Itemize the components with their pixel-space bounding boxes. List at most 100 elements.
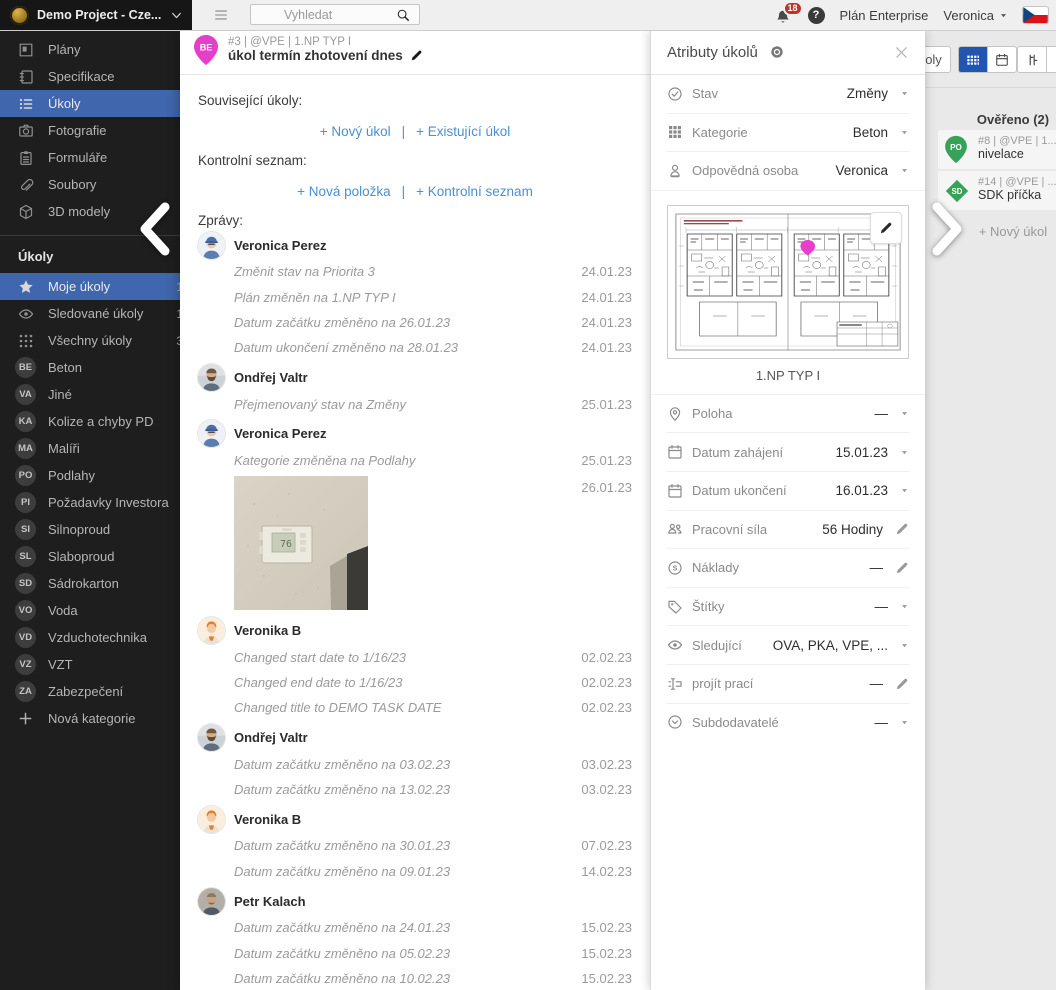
sidebar-item-vsechny-ukoly[interactable]: Všechny úkoly 3 — [0, 327, 180, 354]
sidebar-item-label: Všechny úkoly — [48, 333, 132, 348]
edit-title-pencil-icon[interactable] — [410, 49, 423, 62]
caret-down-icon — [999, 11, 1008, 20]
attribute-field-stav[interactable]: Stav Změny — [667, 75, 909, 113]
sidebar-category-ka[interactable]: KA Kolize a chyby PD — [0, 408, 180, 435]
next-column-chevron[interactable] — [928, 201, 968, 257]
calendar-view-button[interactable] — [987, 47, 1016, 72]
related-action-0[interactable]: + Nový úkol — [320, 124, 391, 139]
sidebar-category-sl[interactable]: SL Slaboproud — [0, 543, 180, 570]
related-action-1[interactable]: + Existující úkol — [416, 124, 510, 139]
new-category-label: Nová kategorie — [48, 711, 136, 726]
attributes-header: Atributy úkolů — [651, 30, 925, 75]
new-category-button[interactable]: Nová kategorie — [0, 705, 180, 732]
language-flag-czech[interactable] — [1023, 7, 1048, 23]
attribute-field-sleduj-c-[interactable]: Sledující OVA, PKA, VPE, ... — [667, 625, 909, 664]
user-menu[interactable]: Veronica — [943, 8, 1008, 23]
checklist-action-0[interactable]: + Nová položka — [297, 184, 390, 199]
cube-icon — [18, 204, 34, 220]
message-item: Datum začátku změněno na 30.01.23 07.02.2… — [198, 833, 632, 858]
caret-down-icon[interactable] — [900, 128, 909, 137]
attribute-field-datum-zah-jen-[interactable]: Datum zahájení 15.01.23 — [667, 432, 909, 471]
workforce-icon — [667, 521, 683, 537]
notifications-button[interactable]: 18 — [775, 1, 803, 24]
sidebar-item-moje-ukoly[interactable]: Moje úkoly 1 — [0, 273, 180, 300]
pencil-icon[interactable] — [895, 561, 909, 575]
attached-photo[interactable]: 76 — [234, 476, 368, 611]
sidebar-item-formulare[interactable]: Formuláře — [0, 144, 180, 171]
sidebar-category-po[interactable]: PO Podlahy — [0, 462, 180, 489]
task-body: Související úkoly: + Nový úkol | + Existuj… — [180, 75, 650, 990]
attribute-field-datum-ukon-en-[interactable]: Datum ukončení 16.01.23 — [667, 470, 909, 510]
caret-down-icon[interactable] — [900, 448, 909, 457]
caret-down-icon[interactable] — [900, 641, 909, 650]
plans-icon — [18, 42, 34, 58]
sidebar-category-vd[interactable]: VD Vzduchotechnika — [0, 624, 180, 651]
sidebar-item-sledovane-ukoly[interactable]: Sledované úkoly 1 — [0, 300, 180, 327]
field-value: 56 Hodiny — [822, 521, 883, 537]
sidebar: Plány Specifikace Úkoly Fotografie Formuláře… — [0, 30, 180, 990]
task-card[interactable]: PO #8 | @VPE | 1... nivelace — [938, 130, 1056, 169]
sidebar-item-specifikace[interactable]: Specifikace — [0, 63, 180, 90]
eye-icon — [18, 306, 34, 322]
attribute-field--t-tky[interactable]: Štítky — — [667, 586, 909, 626]
gear-icon[interactable] — [769, 44, 785, 60]
message-date: 02.02.23 — [581, 674, 632, 690]
message-author-row: Ondřej Valtr — [198, 724, 632, 752]
sidebar-category-si[interactable]: SI Silnoproud — [0, 516, 180, 543]
sidebar-category-vo[interactable]: VO Voda — [0, 597, 180, 624]
message-date: 02.02.23 — [581, 700, 632, 716]
attribute-field-pracovn-s-la[interactable]: Pracovní síla 56 Hodiny — [667, 509, 909, 549]
menu-icon[interactable] — [212, 8, 230, 22]
calendar-icon — [667, 483, 683, 499]
filter-icon — [1025, 53, 1039, 67]
field-label: Subdodavatelé — [692, 714, 779, 730]
help-button[interactable]: ? — [807, 6, 825, 24]
sidebar-category-be[interactable]: BE Beton — [0, 354, 180, 381]
project-switcher[interactable]: Demo Project - Cze... — [0, 0, 192, 30]
attribute-field-odpov-dn-osoba[interactable]: Odpovědná osoba Veronica — [667, 151, 909, 190]
sidebar-category-pi[interactable]: PI Požadavky Investora — [0, 489, 180, 516]
separator: | — [401, 124, 406, 139]
attribute-field-poloha[interactable]: Poloha — — [667, 395, 909, 433]
sidebar-category-vz[interactable]: VZ VZT — [0, 651, 180, 678]
attribute-field-kategorie[interactable]: Kategorie Beton — [667, 112, 909, 152]
checklist-action-1[interactable]: + Kontrolní seznam — [416, 184, 533, 199]
sidebar-item-ukoly[interactable]: Úkoly — [0, 90, 180, 117]
plan-thumbnail[interactable] — [667, 204, 909, 359]
board-view-button[interactable] — [959, 47, 987, 72]
message-group: Petr Kalach Datum začátku změněno na 24.0… — [198, 887, 632, 990]
previous-column-chevron[interactable] — [134, 201, 174, 257]
collapse-button[interactable] — [1046, 47, 1056, 72]
caret-down-icon[interactable] — [900, 602, 909, 611]
task-detail-panel: BE #3 | @VPE | 1.NP TYP I úkol termín zh… — [180, 30, 650, 990]
filter-button[interactable] — [1018, 47, 1046, 72]
sidebar-item-label: Plány — [48, 42, 81, 57]
pencil-icon[interactable] — [895, 677, 909, 691]
category-initials-badge: SL — [15, 546, 36, 567]
field-value: OVA, PKA, VPE, ... — [772, 637, 888, 653]
caret-down-icon[interactable] — [900, 89, 909, 98]
search-box[interactable] — [250, 4, 420, 25]
attribute-field-proj-t-prac-[interactable]: projít prací — — [667, 663, 909, 703]
sidebar-category-ma[interactable]: MA Malíři — [0, 435, 180, 462]
sidebar-item-plany[interactable]: Plány — [0, 36, 180, 63]
attribute-field-subdodavatel-[interactable]: Subdodavatelé — — [667, 702, 909, 742]
attribute-field-n-klady[interactable]: S Náklady — — [667, 548, 909, 587]
sidebar-category-va[interactable]: VA Jiné — [0, 381, 180, 408]
caret-down-icon[interactable] — [900, 409, 909, 418]
sidebar-category-za[interactable]: ZA Zabezpečení — [0, 678, 180, 705]
close-icon[interactable] — [894, 45, 909, 60]
sidebar-item-soubory[interactable]: Soubory — [0, 171, 180, 198]
sidebar-item-label: 3D modely — [48, 204, 111, 219]
caret-down-icon[interactable] — [900, 718, 909, 727]
search-input[interactable] — [260, 6, 396, 23]
message-author: Ondřej Valtr — [234, 370, 308, 386]
category-initials-badge: SI — [15, 519, 36, 540]
caret-down-icon[interactable] — [900, 486, 909, 495]
sidebar-item-fotografie[interactable]: Fotografie — [0, 117, 180, 144]
edit-plan-button[interactable] — [870, 211, 902, 244]
sidebar-category-sd[interactable]: SD Sádrokarton — [0, 570, 180, 597]
pencil-icon[interactable] — [895, 522, 909, 536]
caret-down-icon[interactable] — [900, 166, 909, 175]
plan-preview-block: 1.NP TYP I — [651, 189, 925, 395]
